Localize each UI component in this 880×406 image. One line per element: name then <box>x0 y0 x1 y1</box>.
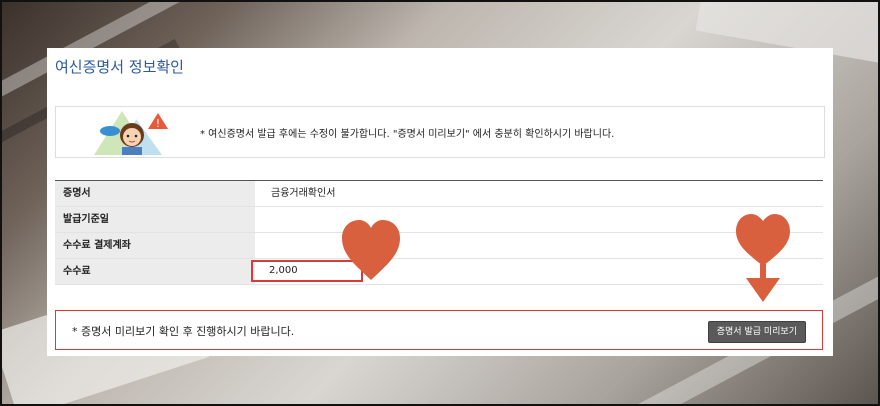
heart-arrow-icon <box>736 214 790 302</box>
page-title: 여신증명서 정보확인 <box>55 58 184 76</box>
preview-certificate-button[interactable]: 증명서 발급 미리보기 <box>707 321 806 343</box>
notice-text: * 여신증명서 발급 후에는 수정이 불가합니다. "증명서 미리보기" 에서 … <box>200 129 615 140</box>
certificate-info-panel: 여신증명서 정보확인 ! * 여신증명서 발급 후에는 수정이 불가합니다. "… <box>47 48 833 356</box>
svg-text:!: ! <box>156 117 160 130</box>
row-value: 금융거래확인서 <box>271 188 336 199</box>
character-warning-illustration: ! <box>94 111 168 155</box>
footer-box: * 증명서 미리보기 확인 후 진행하시기 바랍니다. 증명서 발급 미리보기 <box>55 310 823 350</box>
notice-box: ! * 여신증명서 발급 후에는 수정이 불가합니다. "증명서 미리보기" 에… <box>55 106 825 158</box>
row-label: 수수료 결제계좌 <box>55 233 255 258</box>
footer-text: * 증명서 미리보기 확인 후 진행하시기 바랍니다. <box>72 325 295 338</box>
info-table: 증명서 금융거래확인서 발급기준일 수수료 결제계좌 수수료 2,000 <box>55 180 823 285</box>
row-label: 증명서 <box>55 181 255 206</box>
table-row: 수수료 2,000 <box>55 259 823 285</box>
table-row: 발급기준일 <box>55 207 823 233</box>
heart-icon <box>342 220 400 280</box>
row-label: 발급기준일 <box>55 207 255 232</box>
table-row: 증명서 금융거래확인서 <box>55 181 823 207</box>
table-row: 수수료 결제계좌 <box>55 233 823 259</box>
row-label: 수수료 <box>55 259 255 284</box>
